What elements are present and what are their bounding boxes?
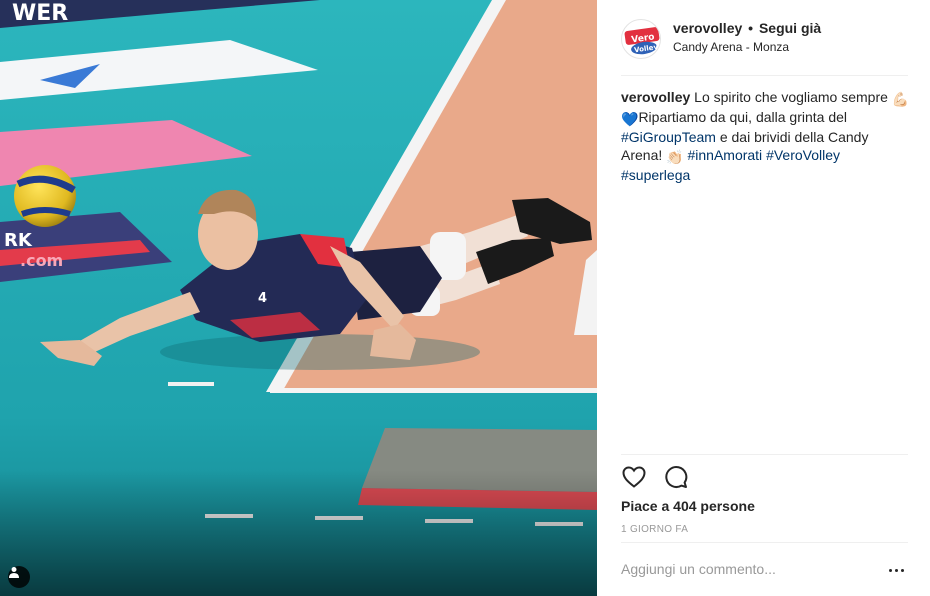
blue-heart-emoji: 💙 (621, 111, 639, 127)
hashtag-link[interactable]: #superlega (621, 167, 690, 183)
hashtag-link[interactable]: #GiGroupTeam (621, 129, 716, 145)
comment-section (621, 542, 908, 596)
heart-icon[interactable] (621, 464, 647, 490)
separator-dot: • (748, 20, 754, 36)
volleyball-photo: WER RK .com 4 (0, 0, 597, 596)
post-header: Vero Volley verovolley • Segui già Candy… (621, 14, 908, 76)
follow-button[interactable]: Segui già (759, 20, 821, 36)
hashtag-link[interactable]: #VeroVolley (766, 147, 840, 163)
clapping-hands-emoji: 👏🏻 (666, 149, 684, 165)
actions-divider (621, 454, 908, 455)
floor-logo-text: WER (12, 1, 68, 26)
hashtag-link[interactable]: #innAmorati (687, 147, 762, 163)
comment-input[interactable] (621, 561, 871, 577)
comment-icon[interactable] (663, 464, 689, 490)
more-options-icon[interactable] (886, 563, 906, 577)
user-tag-icon[interactable] (8, 566, 30, 588)
advert-domain-text: .com (20, 251, 63, 270)
post-caption: verovolley Lo spirito che vogliamo sempr… (621, 88, 911, 184)
post-timestamp[interactable]: 1 GIORNO FA (621, 524, 688, 535)
caption-username[interactable]: verovolley (621, 89, 690, 105)
action-icons (621, 464, 689, 490)
caption-text: Lo spirito che vogliamo sempre (690, 89, 892, 105)
flexed-biceps-emoji: 💪🏻 (891, 91, 910, 107)
post-details-panel: Vero Volley verovolley • Segui già Candy… (597, 0, 930, 596)
avatar[interactable]: Vero Volley (621, 19, 661, 59)
caption-text: Ripartiamo da qui, dalla grinta del (638, 109, 848, 125)
advert-text: RK (4, 230, 33, 251)
location-link[interactable]: Candy Arena - Monza (673, 40, 789, 54)
header-username[interactable]: verovolley (673, 20, 742, 36)
likes-count[interactable]: Piace a 404 persone (621, 498, 755, 514)
post-photo[interactable]: WER RK .com 4 (0, 0, 597, 596)
jersey-number: 4 (258, 291, 267, 306)
